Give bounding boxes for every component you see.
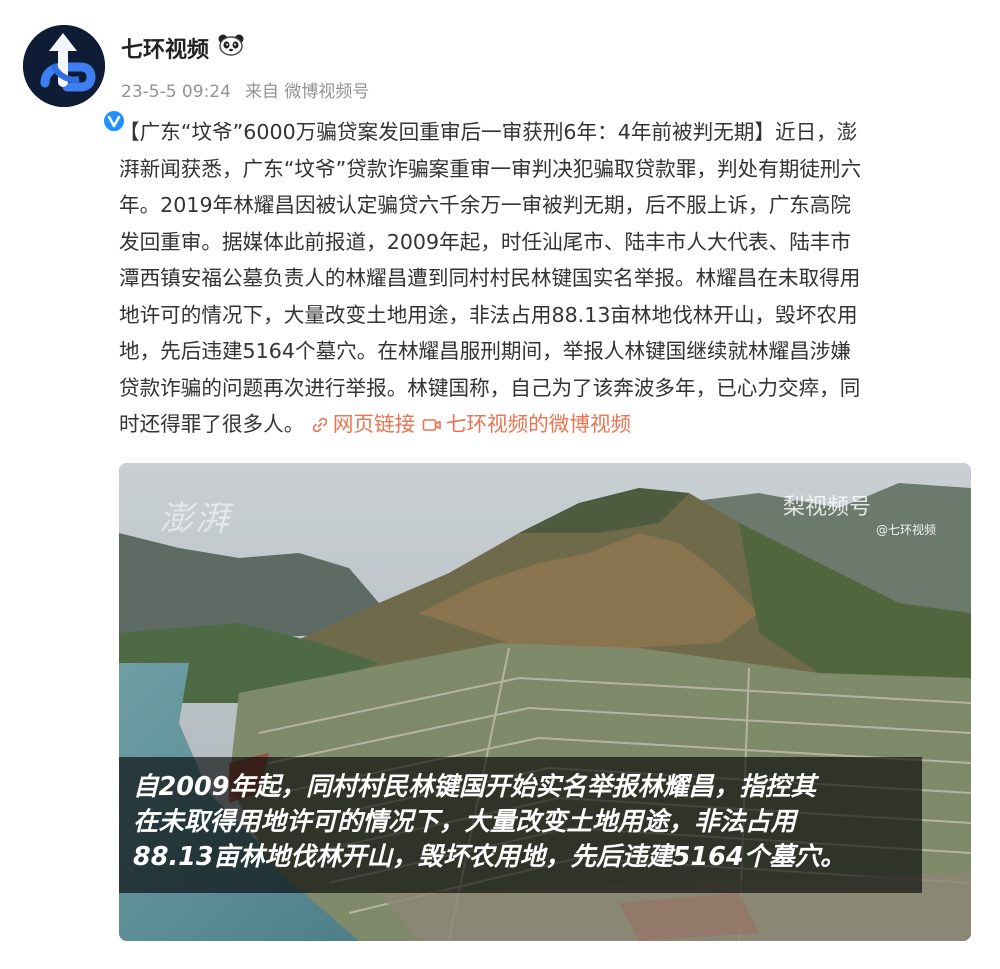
post-text-line: 湃新闻获悉，广东“坟爷”贷款诈骗案重审一审判决犯骗取贷款罪，判处有期徒刑六 <box>119 156 862 181</box>
caption-line: 在未取得用地许可的情况下，大量改变土地用途，非法占用 <box>133 807 797 837</box>
video-link-label: 七环视频的微博视频 <box>445 412 632 436</box>
watermark-left: 澎湃 <box>159 499 231 539</box>
web-link-label: 网页链接 <box>332 412 416 436</box>
caption-line: 88.13亩林地伐林开山，毁坏农用地，先后违建5164个墓穴。 <box>133 842 846 872</box>
avatar-logo <box>23 25 105 107</box>
post-text-line: 贷款诈骗的问题再次进行举报。林键国称，自己为了该奔波多年，已心力交瘁，同 <box>119 375 861 400</box>
web-link[interactable]: 网页链接 <box>311 412 422 436</box>
video-link[interactable]: 七环视频的微博视频 <box>422 412 631 436</box>
video-icon <box>422 419 441 431</box>
post-timestamp[interactable]: 23-5-5 09:24 <box>121 82 231 102</box>
caption-line: 自2009年起，同村村民林键国开始实名举报林耀昌，指控其 <box>133 772 816 802</box>
video-caption: 自2009年起，同村村民林键国开始实名举报林耀昌，指控其 在未取得用地许可的情况… <box>119 757 922 893</box>
post-text-line: 年。2019年林耀昌因被认定骗贷六千余万一审被判无期，后不服上诉，广东高院 <box>119 193 851 217</box>
post-text-last: 时还得罪了很多人。 <box>119 412 305 436</box>
post-text-line: 时还得罪了很多人。 网页链接 七环视频的微博视频 <box>119 406 974 443</box>
post-text-line: 地，先后违建5164个墓穴。在林耀昌服刑期间，举报人林键国继续就林耀昌涉嫌 <box>119 339 851 363</box>
post-meta: 23-5-5 09:24 来自 微博视频号 <box>121 77 383 102</box>
panda-emoji-icon <box>218 34 244 56</box>
post-text: 【广东“坟爷”6000万骗贷案发回重审后一审获刑6年：4年前被判无期】近日，澎 … <box>119 114 974 443</box>
author-name[interactable]: 七环视频 <box>121 32 209 64</box>
post-text-line: 【广东“坟爷”6000万骗贷案发回重审后一审获刑6年：4年前被判无期】近日，澎 <box>119 120 858 144</box>
watermark-handle: @七环视频 <box>876 523 937 537</box>
watermark-right: 梨视频号 <box>783 495 872 520</box>
post-source: 来自 微博视频号 <box>244 82 370 102</box>
video-player[interactable]: 澎湃 梨视频号 @七环视频 自2009年起，同村村民林键国开始实名举报林耀昌，指… <box>119 463 971 941</box>
link-icon <box>312 417 328 433</box>
post-text-line: 地许可的情况下，大量改变土地用途，非法占用88.13亩林地伐林开山，毁坏农用 <box>119 302 858 327</box>
post-text-line: 潭西镇安福公墓负责人的林耀昌遭到同村村民林键国实名举报。林耀昌在未取得用 <box>119 266 861 290</box>
avatar[interactable] <box>23 25 126 133</box>
post-text-line: 发回重审。据媒体此前报道，2009年起，时任汕尾市、陆丰市人大代表、陆丰市 <box>119 229 851 254</box>
